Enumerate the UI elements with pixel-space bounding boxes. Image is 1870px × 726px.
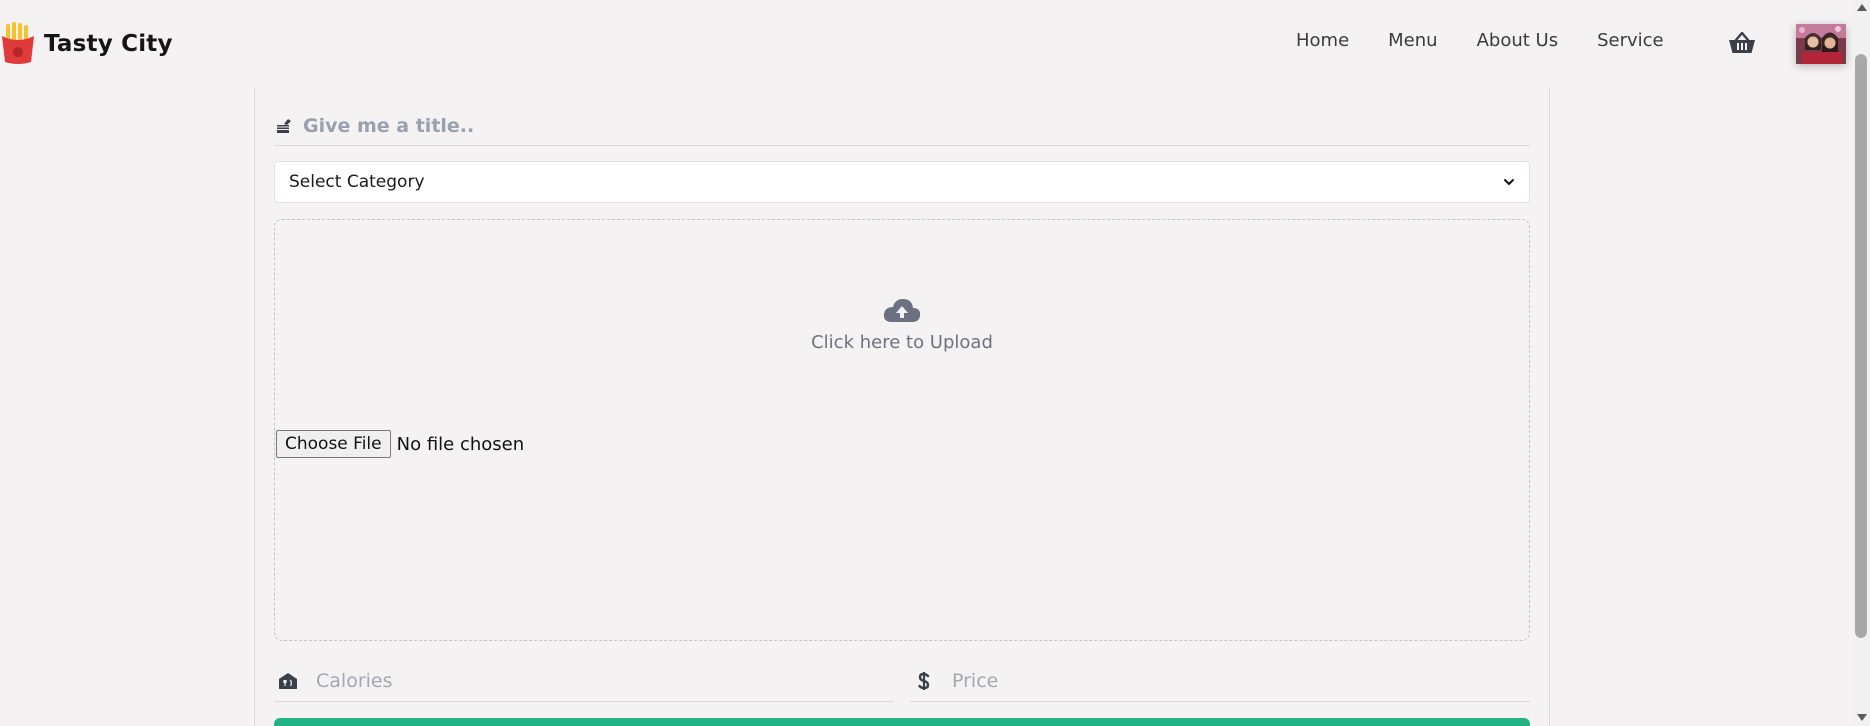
nav-menu[interactable]: Menu	[1388, 30, 1437, 51]
user-avatar[interactable]	[1796, 24, 1846, 64]
calories-input[interactable]	[316, 669, 876, 692]
price-input[interactable]	[952, 669, 1512, 692]
image-upload-dropzone[interactable]: Click here to Upload Choose File No file…	[274, 219, 1530, 641]
nav-service[interactable]: Service	[1597, 30, 1664, 51]
title-field	[274, 106, 1530, 146]
header: Tasty City Home Menu About Us Service	[0, 0, 1852, 88]
food-title-icon	[277, 118, 291, 133]
nav-home[interactable]: Home	[1296, 30, 1349, 51]
form-column-right-border	[1549, 88, 1550, 726]
scrollbar[interactable]	[1852, 0, 1870, 726]
submit-button[interactable]	[274, 718, 1530, 726]
brand-logo[interactable]: Tasty City	[0, 22, 173, 66]
shopping-basket-icon[interactable]	[1728, 32, 1756, 54]
file-status: No file chosen	[396, 433, 525, 455]
restaurant-icon	[279, 672, 297, 689]
form-column-left-border	[254, 88, 255, 726]
price-field	[910, 660, 1530, 702]
choose-file-button[interactable]: Choose File	[276, 430, 391, 458]
dollar-icon	[918, 671, 930, 690]
cloud-upload-icon	[883, 299, 921, 322]
upload-prompt[interactable]: Click here to Upload	[275, 296, 1529, 353]
category-select-value: Select Category	[289, 172, 425, 192]
chevron-down-icon	[1504, 179, 1514, 186]
scroll-down-arrow-icon[interactable]	[1857, 714, 1867, 721]
scrollbar-thumb[interactable]	[1855, 54, 1867, 638]
avatar-photo-icon	[1796, 24, 1846, 64]
title-input[interactable]	[303, 114, 1503, 137]
calories-field	[274, 660, 894, 702]
nav-about-us[interactable]: About Us	[1477, 30, 1559, 51]
main-nav: Home Menu About Us Service	[1296, 30, 1703, 51]
upload-label: Click here to Upload	[811, 332, 993, 353]
brand-name: Tasty City	[44, 31, 173, 57]
page: Tasty City Home Menu About Us Service Gi…	[0, 0, 1870, 726]
file-input: Choose File No file chosen	[276, 430, 524, 458]
fries-box-icon	[2, 22, 34, 64]
category-select[interactable]: Select Category	[274, 161, 1530, 203]
scroll-up-arrow-icon[interactable]	[1857, 4, 1867, 11]
